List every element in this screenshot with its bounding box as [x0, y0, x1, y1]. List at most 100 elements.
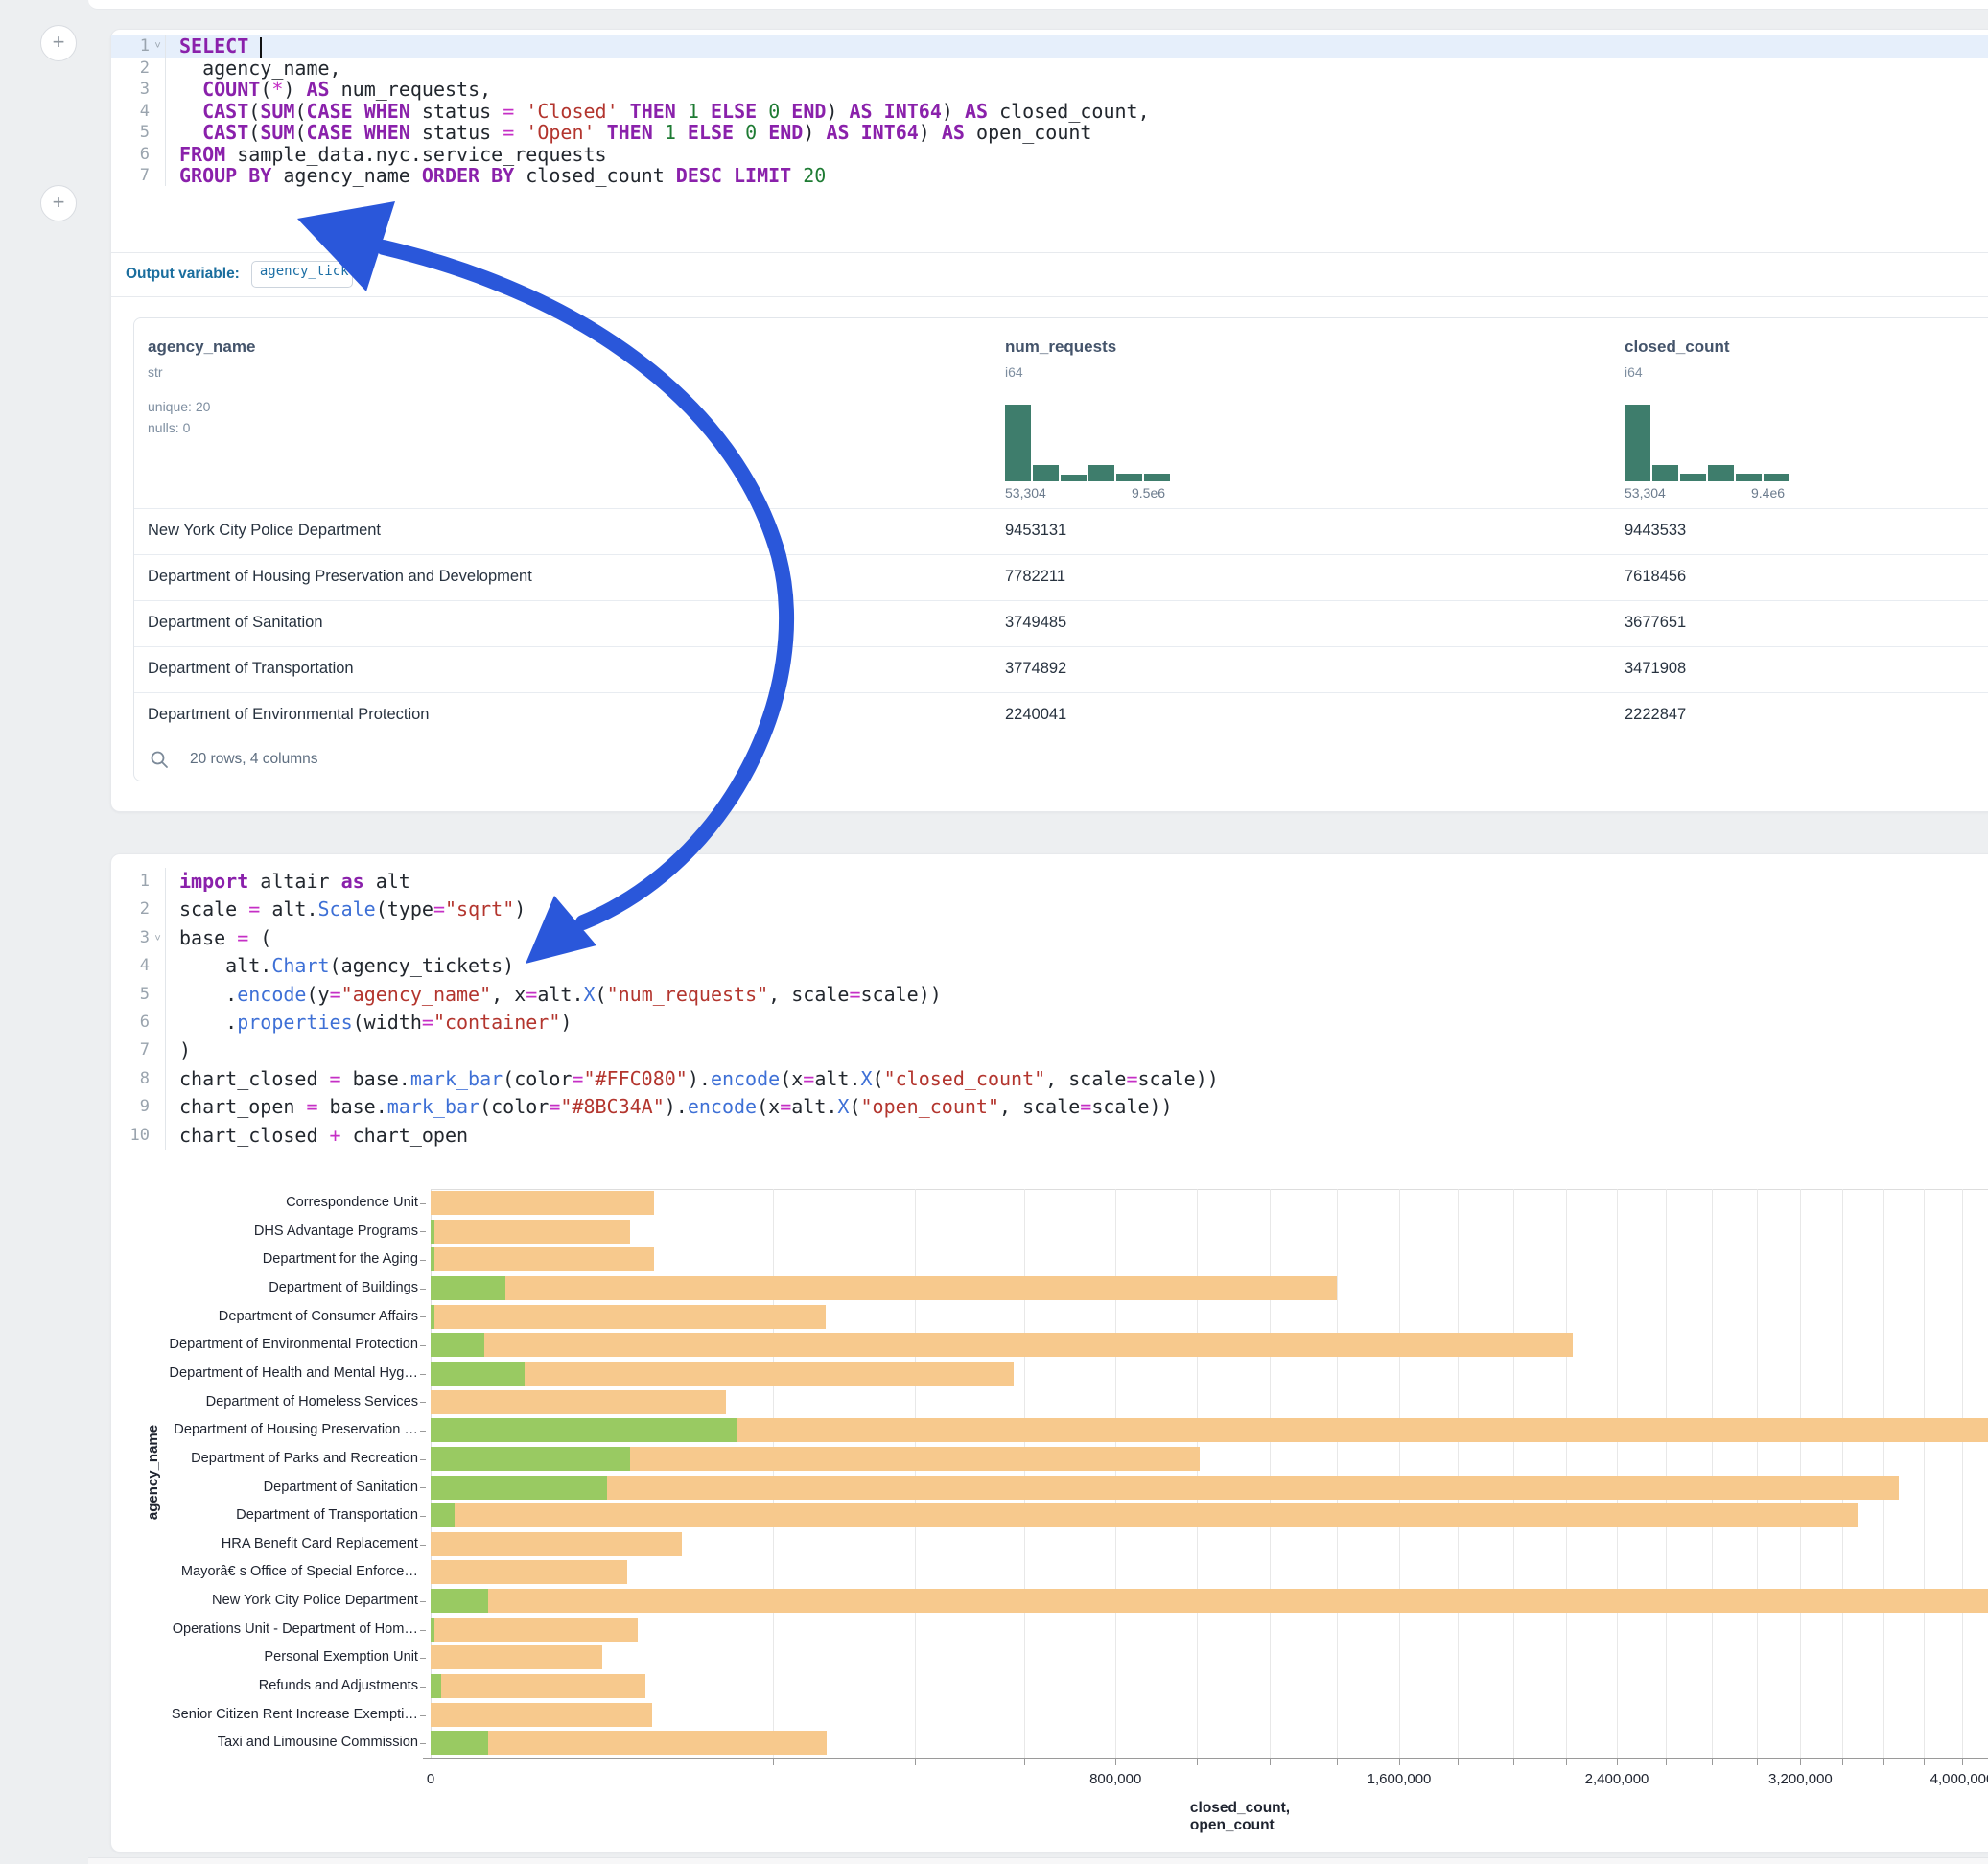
x-tick — [1757, 1759, 1758, 1765]
gridline — [1962, 1189, 1963, 1758]
chart-bar-closed — [431, 1703, 652, 1727]
x-tick — [1800, 1759, 1801, 1765]
table-row[interactable]: New York City Police Department945313194… — [134, 508, 1988, 555]
line-number: 3 — [111, 79, 150, 100]
x-axis-line — [423, 1758, 1988, 1759]
y-axis-label: HRA Benefit Card Replacement — [96, 1530, 418, 1559]
code-line[interactable]: 7) — [111, 1037, 1988, 1064]
chart-bar-open — [431, 1418, 737, 1442]
search-icon[interactable] — [150, 750, 169, 769]
code-line[interactable]: 4 CAST(SUM(CASE WHEN status = 'Closed' T… — [111, 101, 1988, 122]
x-tick — [1399, 1759, 1400, 1765]
x-tick — [915, 1759, 916, 1765]
cell-num-requests: 3749485 — [1005, 614, 1066, 632]
code-line[interactable]: 3˅base = ( — [111, 924, 1988, 952]
gridline — [1197, 1189, 1198, 1758]
row-count-label: 20 rows, 4 columns — [190, 751, 318, 768]
line-number: 2 — [111, 58, 150, 79]
fold-caret-icon[interactable]: ˅ — [150, 35, 166, 57]
y-tick — [420, 1260, 426, 1261]
code-line[interactable]: 7GROUP BY agency_name ORDER BY closed_co… — [111, 165, 1988, 186]
line-number: 10 — [111, 1122, 150, 1150]
code-line[interactable]: 9chart_open = base.mark_bar(color="#8BC3… — [111, 1093, 1988, 1121]
table-row[interactable]: Department of Housing Preservation and D… — [134, 554, 1988, 601]
code-line[interactable]: 1˅SELECT — [111, 35, 1988, 58]
histogram-bar — [1061, 475, 1087, 481]
chart-bar-closed — [431, 1731, 827, 1755]
gridline — [1712, 1189, 1713, 1758]
hist-min-label: 53,304 — [1005, 485, 1046, 501]
chart-bar-closed — [431, 1305, 826, 1329]
histogram-bar — [1116, 474, 1142, 481]
add-cell-button-output[interactable]: + — [40, 185, 77, 221]
output-variable-pill[interactable]: agency_tickets — [251, 261, 353, 288]
x-tick — [1666, 1759, 1667, 1765]
y-tick — [420, 1715, 426, 1716]
code-line[interactable]: 5 .encode(y="agency_name", x=alt.X("num_… — [111, 981, 1988, 1009]
table-row[interactable]: Department of Transportation377489234719… — [134, 646, 1988, 693]
code-line[interactable]: 4 alt.Chart(agency_tickets) — [111, 952, 1988, 980]
column-header-agency-name[interactable]: agency_name — [148, 338, 255, 357]
x-tick-label: 2,400,000 — [1585, 1771, 1649, 1787]
column-header-closed-count[interactable]: closed_count — [1625, 338, 1730, 357]
gridline — [1566, 1189, 1567, 1758]
x-tick-label: 1,600,000 — [1368, 1771, 1432, 1787]
y-tick — [420, 1687, 426, 1688]
cell-agency-name: Department of Sanitation — [148, 614, 323, 632]
table-row[interactable]: Department of Environmental Protection22… — [134, 692, 1988, 739]
line-number: 9 — [111, 1093, 150, 1121]
y-axis-label: Correspondence Unit — [96, 1189, 418, 1218]
code-line[interactable]: 2 agency_name, — [111, 58, 1988, 79]
x-tick — [1197, 1759, 1198, 1765]
y-tick — [420, 1203, 426, 1204]
cell-num-requests: 7782211 — [1005, 568, 1065, 586]
y-tick — [420, 1545, 426, 1546]
add-cell-button-top[interactable]: + — [40, 25, 77, 61]
chart-bar-open — [431, 1305, 434, 1329]
column-header-num-requests[interactable]: num_requests — [1005, 338, 1116, 357]
y-tick — [420, 1601, 426, 1602]
histogram-bar — [1736, 474, 1762, 481]
x-tick — [1924, 1759, 1925, 1765]
hist-max-label: 9.5e6 — [1132, 485, 1165, 501]
chart-bar-open — [431, 1362, 525, 1386]
chart-bar-closed — [431, 1589, 1988, 1613]
x-tick — [1617, 1759, 1618, 1765]
y-axis-label: Personal Exemption Unit — [96, 1643, 418, 1672]
table-header: agency_name str unique: 20 nulls: 0 num_… — [134, 318, 1988, 508]
fold-caret-icon[interactable]: ˅ — [150, 924, 166, 952]
x-tick — [1513, 1759, 1514, 1765]
code-line[interactable]: 6 .properties(width="container") — [111, 1009, 1988, 1037]
column-type: i64 — [1005, 364, 1023, 380]
hist-min-label: 53,304 — [1625, 485, 1666, 501]
y-tick — [420, 1316, 426, 1317]
plot-area — [431, 1189, 1988, 1759]
table-row[interactable]: Department of Sanitation 3749485 3677651 — [134, 600, 1988, 647]
code-line[interactable]: 2scale = alt.Scale(type="sqrt") — [111, 896, 1988, 923]
python-code-editor[interactable]: 1import altair as alt2scale = alt.Scale(… — [111, 868, 1988, 1150]
chart-bar-open — [431, 1503, 455, 1527]
code-line[interactable]: 8chart_closed = base.mark_bar(color="#FF… — [111, 1065, 1988, 1093]
cell-closed-count: 3677651 — [1625, 614, 1686, 632]
x-tick — [1024, 1759, 1025, 1765]
x-tick — [1842, 1759, 1843, 1765]
histogram-bar — [1625, 405, 1650, 481]
code-line[interactable]: 6FROM sample_data.nyc.service_requests — [111, 144, 1988, 165]
sql-code-editor[interactable]: 1˅SELECT 2 agency_name,3 COUNT(*) AS num… — [111, 35, 1988, 186]
line-number: 2 — [111, 896, 150, 923]
code-line[interactable]: 1import altair as alt — [111, 868, 1988, 896]
code-line[interactable]: 3 COUNT(*) AS num_requests, — [111, 79, 1988, 100]
gridline — [915, 1189, 916, 1758]
chart-bar-closed — [431, 1503, 1858, 1527]
y-axis-label: Department of Buildings — [96, 1274, 418, 1303]
column-type: str — [148, 364, 163, 380]
x-tick — [1883, 1759, 1884, 1765]
chart-bar-open — [431, 1618, 434, 1642]
code-line[interactable]: 5 CAST(SUM(CASE WHEN status = 'Open' THE… — [111, 122, 1988, 143]
y-tick — [420, 1459, 426, 1460]
y-axis-label: Department for the Aging — [96, 1246, 418, 1274]
cell-closed-count: 9443533 — [1625, 522, 1686, 540]
code-line[interactable]: 10chart_closed + chart_open — [111, 1122, 1988, 1150]
y-tick — [420, 1658, 426, 1659]
cell-num-requests: 3774892 — [1005, 660, 1066, 678]
